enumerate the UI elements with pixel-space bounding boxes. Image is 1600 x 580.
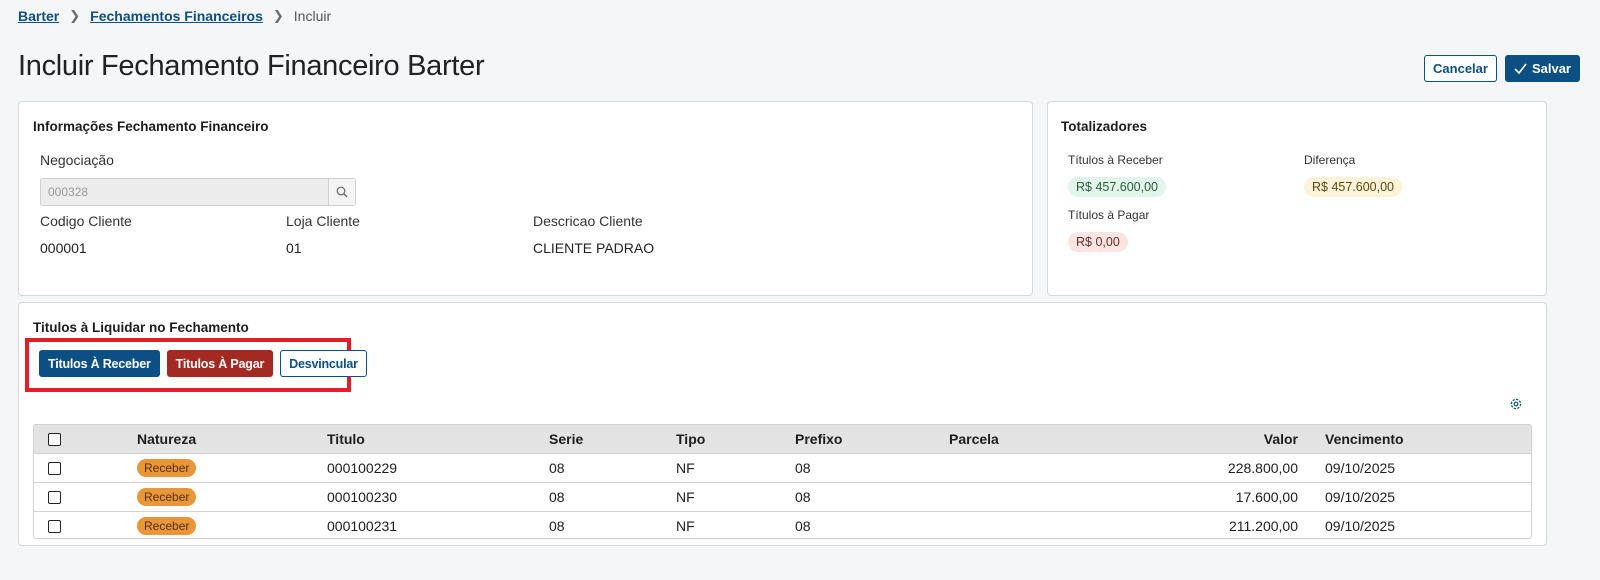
pagar-total-badge: R$ 0,00 [1068,232,1128,252]
vencimento-cell: 09/10/2025 [1325,518,1396,534]
vencimento-cell: 09/10/2025 [1325,460,1396,476]
titulos-receber-button[interactable]: Titulos À Receber [39,350,160,377]
pagar-total-label: Títulos à Pagar [1068,208,1150,222]
vencimento-cell: 09/10/2025 [1325,489,1396,505]
table-row[interactable]: Receber 000100229 08 NF 08 228.800,00 09… [34,453,1531,482]
serie-cell: 08 [549,518,565,534]
table-row[interactable]: Receber 000100230 08 NF 08 17.600,00 09/… [34,482,1531,511]
totals-card: Totalizadores Títulos à Receber R$ 457.6… [1047,101,1547,296]
prefixo-cell: 08 [795,518,811,534]
table-settings-button[interactable] [1509,397,1523,416]
column-header-titulo[interactable]: Titulo [327,425,365,453]
info-card: Informações Fechamento Financeiro Negoci… [18,101,1033,296]
codigo-cliente-label: Codigo Cliente [40,213,132,229]
desvincular-button[interactable]: Desvincular [280,350,367,377]
table-row[interactable]: Receber 000100231 08 NF 08 211.200,00 09… [34,511,1531,538]
serie-cell: 08 [549,489,565,505]
titles-button-group: Titulos À Receber Titulos À Pagar Desvin… [39,350,367,377]
negociacao-search-button[interactable] [328,179,355,205]
gear-icon [1510,398,1522,410]
titulo-cell: 000100231 [327,518,398,534]
header-actions: Cancelar Salvar [1424,55,1580,82]
column-header-valor[interactable]: Valor [1134,425,1298,453]
receber-total-label: Títulos à Receber [1068,153,1163,167]
prefixo-cell: 08 [795,460,811,476]
titles-table: Natureza Titulo Serie Tipo Prefixo Parce… [33,424,1532,539]
search-icon [336,186,348,198]
receber-total-badge: R$ 457.600,00 [1068,177,1167,197]
select-all-checkbox[interactable] [48,425,61,453]
tipo-cell: NF [676,489,695,505]
prefixo-cell: 08 [795,489,811,505]
titulo-cell: 000100229 [327,460,398,476]
cancel-button[interactable]: Cancelar [1424,55,1497,82]
codigo-cliente-value: 000001 [40,240,87,256]
natureza-cell: Receber [137,512,197,538]
column-header-tipo[interactable]: Tipo [676,425,705,453]
breadcrumb: Barter ❯ Fechamentos Financeiros ❯ Inclu… [18,8,331,24]
natureza-tag: Receber [137,517,197,535]
titulo-cell: 000100230 [327,489,398,505]
titles-card-title: Titulos à Liquidar no Fechamento [33,320,249,335]
column-header-natureza[interactable]: Natureza [137,425,196,453]
row-checkbox[interactable] [48,483,61,511]
diferenca-badge: R$ 457.600,00 [1304,177,1403,197]
tipo-cell: NF [676,460,695,476]
negociacao-field [40,178,356,206]
row-checkbox[interactable] [48,512,61,538]
titulos-pagar-button[interactable]: Titulos À Pagar [166,350,274,377]
info-card-title: Informações Fechamento Financeiro [33,119,269,134]
negociacao-label: Negociação [40,152,114,168]
chevron-right-icon: ❯ [272,8,284,23]
loja-cliente-value: 01 [286,240,302,256]
valor-cell: 211.200,00 [1228,518,1298,534]
descricao-cliente-label: Descricao Cliente [533,213,643,229]
natureza-tag: Receber [137,488,197,506]
negociacao-input[interactable] [41,179,328,205]
valor-cell: 228.800,00 [1227,460,1298,476]
valor-cell: 17.600,00 [1235,489,1298,505]
save-button[interactable]: Salvar [1504,55,1580,82]
totals-card-title: Totalizadores [1061,119,1148,134]
natureza-cell: Receber [137,483,197,511]
table-header: Natureza Titulo Serie Tipo Prefixo Parce… [34,425,1531,453]
chevron-right-icon: ❯ [69,8,81,23]
natureza-tag: Receber [137,459,197,477]
descricao-cliente-value: CLIENTE PADRAO [533,240,655,256]
diferenca-label: Diferença [1304,153,1356,167]
row-checkbox[interactable] [48,454,61,482]
column-header-prefixo[interactable]: Prefixo [795,425,842,453]
column-header-serie[interactable]: Serie [549,425,583,453]
breadcrumb-link-barter[interactable]: Barter [18,8,59,24]
loja-cliente-label: Loja Cliente [286,213,360,229]
column-header-vencimento[interactable]: Vencimento [1325,425,1404,453]
natureza-cell: Receber [137,454,197,482]
column-header-parcela[interactable]: Parcela [949,425,999,453]
page-title: Incluir Fechamento Financeiro Barter [18,50,485,82]
breadcrumb-link-fechamentos[interactable]: Fechamentos Financeiros [90,8,263,24]
save-button-label: Salvar [1531,61,1571,76]
serie-cell: 08 [549,460,565,476]
tipo-cell: NF [676,518,695,534]
check-icon [1514,63,1527,74]
breadcrumb-current: Incluir [293,8,332,24]
